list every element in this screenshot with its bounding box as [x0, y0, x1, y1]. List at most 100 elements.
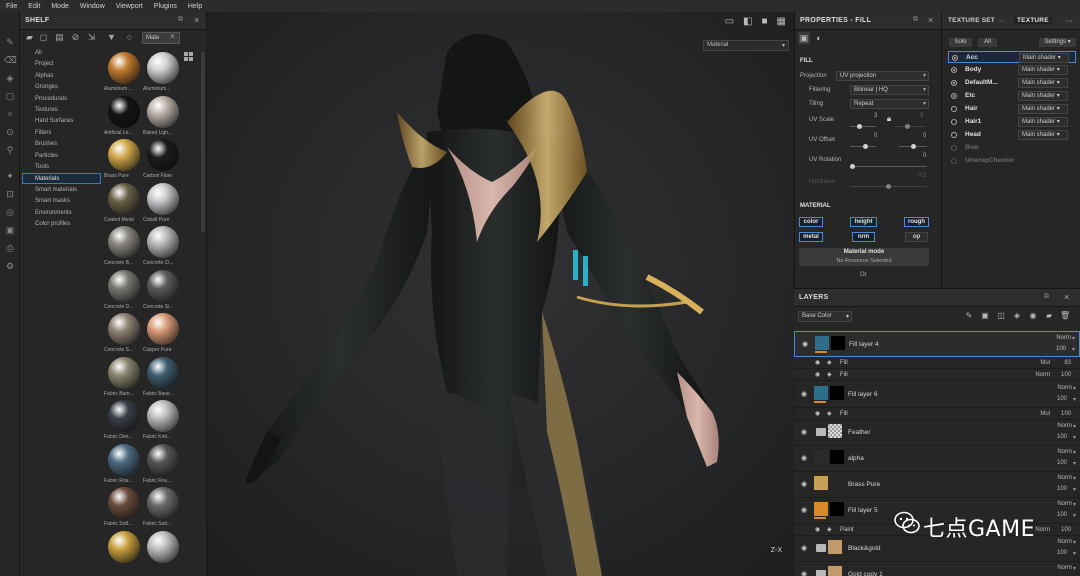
new-folder-icon[interactable]: ◻	[38, 32, 49, 43]
sphere-view-icon[interactable]: ○	[124, 32, 135, 43]
material-tab-icon[interactable]: ◐	[813, 32, 825, 44]
category-item[interactable]: Particles	[20, 151, 102, 162]
material-tile[interactable]: Copper Pure	[143, 313, 183, 357]
solo-button[interactable]: Solo	[949, 38, 972, 47]
category-item[interactable]: Hard Surfaces	[20, 116, 102, 127]
layer-row[interactable]: ◉ Brass Pure Norm ▾ 100 ▾	[794, 472, 1080, 498]
material-tile[interactable]: Fabric Bam...	[104, 356, 144, 401]
trash-icon[interactable]: 🗑︎	[1060, 311, 1070, 321]
visibility-eye-icon[interactable]: ◉	[801, 480, 807, 488]
channel-select[interactable]: Base Color ▾	[798, 311, 852, 322]
texture-set-row[interactable]: Body Main shader ▾	[948, 64, 1076, 76]
channel-op-button[interactable]: op	[905, 232, 928, 242]
material-tile[interactable]: Fabric Suit...	[143, 487, 183, 531]
channel-rough-button[interactable]: rough	[904, 217, 929, 227]
material-tile[interactable]: Baked Ligh...	[143, 95, 183, 140]
float-icon[interactable]: ⧉	[913, 16, 918, 24]
folder-icon[interactable]: ▰	[24, 32, 35, 43]
viewport-mode-select[interactable]: Material ▾	[703, 40, 789, 51]
channel-metal-button[interactable]: metal	[799, 232, 823, 242]
shader-select[interactable]: Main shader ▾	[1018, 91, 1068, 101]
paint-layer-icon[interactable]: ◉	[1028, 311, 1038, 321]
visibility-eye-icon[interactable]: ◉	[801, 506, 807, 514]
layer-row[interactable]: ◉ Feather Norm ▾ 100 ▾	[794, 420, 1080, 447]
tab-texture[interactable]: TEXTURE	[1014, 17, 1052, 24]
texture-set-row[interactable]: Hair Main shader ▾	[948, 103, 1076, 115]
texture-set-row[interactable]: Head Main shader ▾	[948, 129, 1076, 141]
category-item[interactable]: Smart masks	[20, 196, 102, 207]
save-icon[interactable]: ▤	[54, 32, 65, 43]
material-tile[interactable]: Coated Metal	[104, 182, 144, 227]
category-item[interactable]: Materials	[22, 173, 101, 185]
radio-button[interactable]	[952, 55, 958, 61]
uv-rotation-slider[interactable]	[850, 166, 927, 167]
hide-icon[interactable]: ⊘	[70, 32, 81, 43]
channel-nrm-button[interactable]: nrm	[852, 232, 875, 242]
material-tile[interactable]: Aluminium...	[104, 52, 144, 96]
eraser-icon[interactable]: ⌫	[4, 54, 17, 66]
menu-plugins[interactable]: Plugins	[154, 3, 177, 10]
texture-set-row[interactable]: Hair1 Main shader ▾	[948, 116, 1076, 128]
category-item[interactable]: Filters	[20, 128, 102, 139]
effects-icon[interactable]: ✎	[964, 311, 974, 321]
material-tile[interactable]: Concrete S...	[104, 313, 144, 357]
category-item[interactable]: Environments	[20, 208, 102, 219]
clone-icon[interactable]: ⊙	[4, 126, 16, 138]
shader-select[interactable]: Main shader ▾	[1018, 65, 1068, 75]
material-tile[interactable]: Fabric Den...	[104, 400, 144, 444]
radio-button[interactable]	[951, 158, 957, 164]
texture-set-row[interactable]: Etc Main shader ▾	[948, 90, 1076, 102]
frame-icon[interactable]: ▭	[725, 16, 734, 27]
menu-viewport[interactable]: Viewport	[116, 3, 143, 10]
folder-icon[interactable]: ▰	[1044, 311, 1054, 321]
menu-help[interactable]: Help	[188, 3, 202, 10]
layer-effect-row[interactable]: ◉ ◈ Fill Norm 100	[794, 369, 1080, 382]
visibility-eye-icon[interactable]: ◉	[815, 359, 820, 366]
visibility-eye-icon[interactable]: ◉	[802, 340, 808, 348]
layer-row[interactable]: ◉ Fill layer 4 Norm ▾ 100 ▾	[794, 331, 1080, 357]
cube-icon[interactable]: ◧	[743, 16, 752, 27]
visibility-eye-icon[interactable]: ◉	[801, 390, 807, 398]
shader-select[interactable]: Main shader ▾	[1018, 104, 1068, 114]
material-tile[interactable]: Brass Pure	[104, 139, 144, 183]
uv-scale-knob-b[interactable]	[905, 124, 910, 129]
blend-mode-select[interactable]: Norm	[1057, 475, 1072, 481]
tab-texture-set[interactable]: TEXTURE SET	[948, 17, 995, 24]
category-item[interactable]: Textures	[20, 105, 102, 116]
layer-effect-row[interactable]: ◉ ◈ Fill Mul 100	[794, 408, 1080, 420]
render-icon[interactable]: ▦	[777, 16, 786, 27]
picker-icon[interactable]: ⚲	[4, 144, 16, 156]
camera-icon[interactable]: ■	[762, 16, 768, 27]
blend-mode-select[interactable]: Mul	[1040, 360, 1050, 366]
blend-mode-select[interactable]: Norm	[1056, 335, 1071, 341]
add-layer-icon[interactable]: ◫	[996, 311, 1006, 321]
menu-mode[interactable]: Mode	[51, 3, 69, 10]
layer-row[interactable]: ◉ alpha Norm ▾ 100 ▾	[794, 446, 1080, 473]
opacity-value[interactable]: 100	[1056, 346, 1066, 352]
shelf-scrollbar[interactable]	[201, 52, 205, 232]
channel-height-button[interactable]: height	[850, 217, 877, 227]
tiling-select[interactable]: Repeat ▾	[850, 99, 929, 109]
settings-button[interactable]: Settings ▾	[1039, 38, 1076, 47]
smudge-icon[interactable]: ✧	[4, 108, 16, 120]
filtering-select[interactable]: Bilinear | HQ ▾	[850, 85, 929, 95]
material-tile[interactable]: Fabric Knit...	[143, 400, 183, 444]
category-item[interactable]: Color profiles	[20, 219, 102, 230]
category-item[interactable]: All	[20, 48, 102, 59]
close-icon[interactable]: ×	[1064, 292, 1069, 302]
blend-mode-select[interactable]: Mul	[1040, 411, 1050, 417]
material-tile[interactable]: Fabric Rou...	[143, 443, 183, 488]
layer-row[interactable]: ◉Gold copy 1Norm▾100▾	[794, 562, 1080, 576]
blend-mode-select[interactable]: Norm	[1057, 501, 1072, 507]
shader-select[interactable]: Main shader ▾	[1018, 130, 1068, 140]
material-tile[interactable]: Artificial Le...	[104, 95, 144, 140]
opacity-value[interactable]: 100	[1057, 486, 1067, 492]
lock-icon[interactable]: ⊡	[4, 188, 16, 200]
opacity-value[interactable]: 100	[1057, 460, 1067, 466]
texture-set-row[interactable]: Bow	[948, 142, 1076, 154]
filter-icon[interactable]: ▼	[106, 32, 117, 43]
geometry-icon[interactable]: ▢	[4, 90, 16, 102]
category-item[interactable]: Alphas	[20, 71, 102, 82]
camera-icon[interactable]: ◎	[4, 206, 16, 218]
opacity-value[interactable]: 100	[1057, 396, 1067, 402]
